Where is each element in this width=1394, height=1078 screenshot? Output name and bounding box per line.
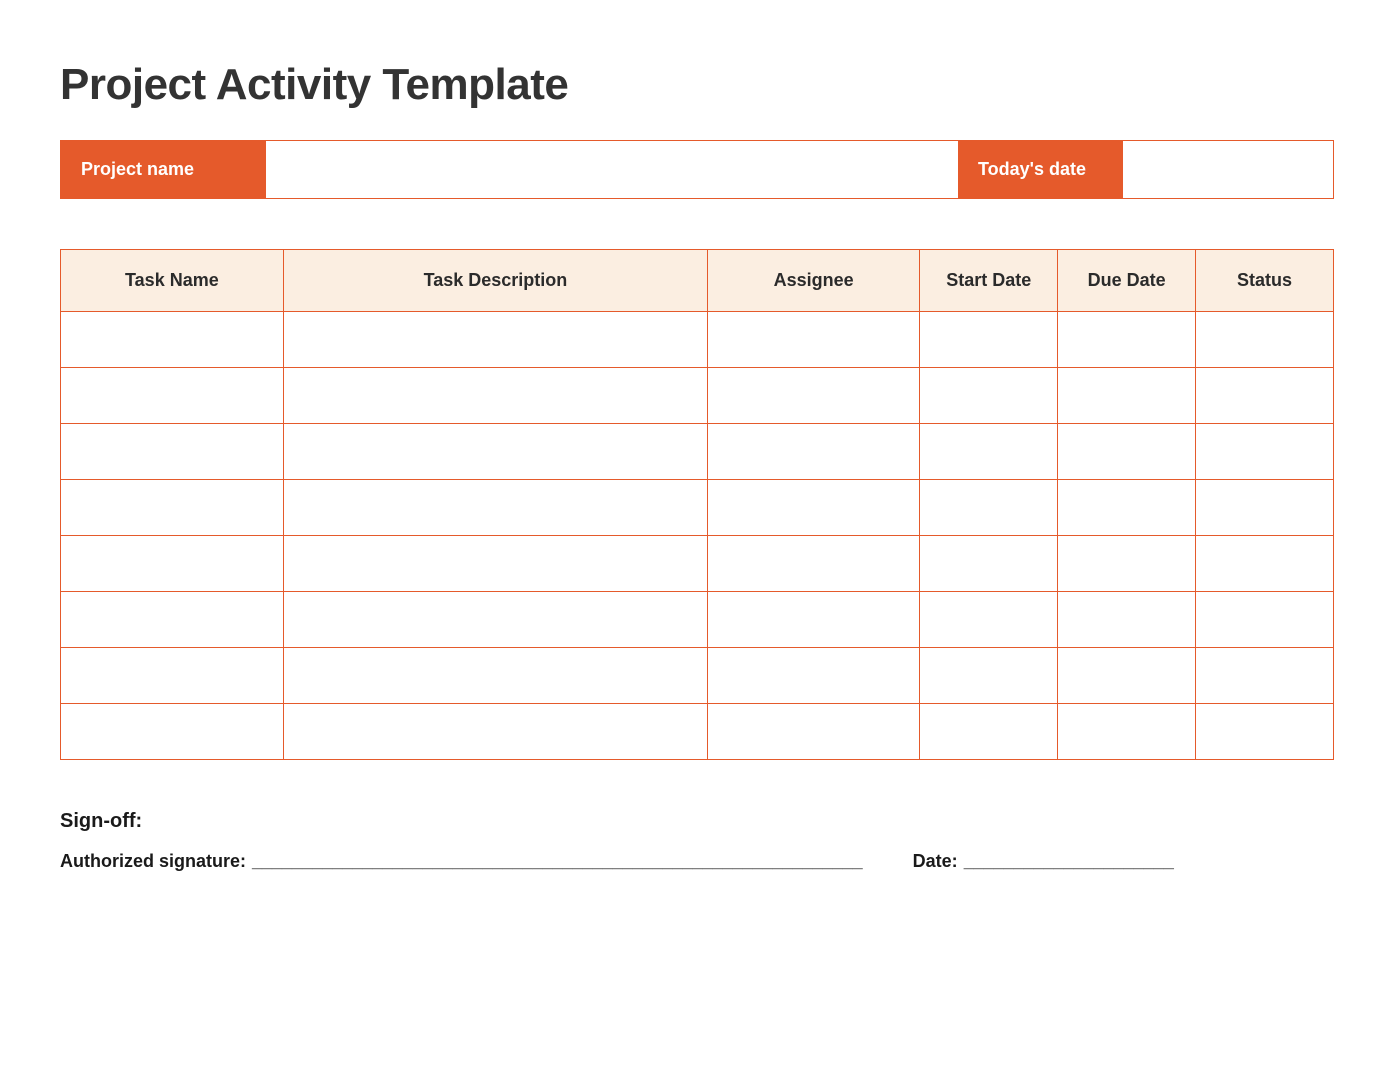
cell-task_description[interactable] bbox=[283, 592, 707, 648]
cell-due_date[interactable] bbox=[1058, 312, 1196, 368]
signoff-header: Sign-off: bbox=[60, 810, 1334, 833]
cell-task_description[interactable] bbox=[283, 704, 707, 760]
tasks-table: Task Name Task Description Assignee Star… bbox=[60, 249, 1334, 760]
cell-task_name[interactable] bbox=[61, 648, 284, 704]
cell-start_date[interactable] bbox=[920, 368, 1058, 424]
cell-task_name[interactable] bbox=[61, 480, 284, 536]
cell-status[interactable] bbox=[1196, 312, 1334, 368]
todays-date-value[interactable] bbox=[1123, 141, 1333, 198]
cell-due_date[interactable] bbox=[1058, 704, 1196, 760]
cell-task_name[interactable] bbox=[61, 312, 284, 368]
project-name-label: Project name bbox=[61, 141, 266, 198]
cell-assignee[interactable] bbox=[708, 648, 920, 704]
signoff-section: Sign-off: Authorized signature: ________… bbox=[60, 810, 1334, 872]
cell-task_name[interactable] bbox=[61, 704, 284, 760]
col-header-task-description: Task Description bbox=[283, 250, 707, 312]
cell-start_date[interactable] bbox=[920, 592, 1058, 648]
cell-task_description[interactable] bbox=[283, 312, 707, 368]
col-header-start-date: Start Date bbox=[920, 250, 1058, 312]
page-title: Project Activity Template bbox=[60, 60, 1334, 110]
col-header-assignee: Assignee bbox=[708, 250, 920, 312]
cell-due_date[interactable] bbox=[1058, 368, 1196, 424]
col-header-due-date: Due Date bbox=[1058, 250, 1196, 312]
cell-assignee[interactable] bbox=[708, 424, 920, 480]
cell-task_name[interactable] bbox=[61, 536, 284, 592]
project-name-value[interactable] bbox=[266, 141, 958, 198]
signoff-date-label: Date: bbox=[913, 851, 958, 872]
cell-status[interactable] bbox=[1196, 368, 1334, 424]
table-row bbox=[61, 480, 1334, 536]
cell-task_description[interactable] bbox=[283, 648, 707, 704]
cell-due_date[interactable] bbox=[1058, 592, 1196, 648]
cell-assignee[interactable] bbox=[708, 312, 920, 368]
cell-due_date[interactable] bbox=[1058, 424, 1196, 480]
cell-task_description[interactable] bbox=[283, 480, 707, 536]
cell-start_date[interactable] bbox=[920, 704, 1058, 760]
cell-assignee[interactable] bbox=[708, 704, 920, 760]
cell-task_description[interactable] bbox=[283, 368, 707, 424]
date-field: Date: _____________________ bbox=[913, 851, 1174, 872]
cell-start_date[interactable] bbox=[920, 648, 1058, 704]
col-header-status: Status bbox=[1196, 250, 1334, 312]
table-row bbox=[61, 592, 1334, 648]
table-row bbox=[61, 312, 1334, 368]
cell-task_name[interactable] bbox=[61, 424, 284, 480]
cell-task_description[interactable] bbox=[283, 424, 707, 480]
cell-assignee[interactable] bbox=[708, 536, 920, 592]
cell-start_date[interactable] bbox=[920, 536, 1058, 592]
cell-task_name[interactable] bbox=[61, 368, 284, 424]
project-info-bar: Project name Today's date bbox=[60, 140, 1334, 199]
signature-label: Authorized signature: bbox=[60, 851, 246, 872]
cell-status[interactable] bbox=[1196, 648, 1334, 704]
table-row bbox=[61, 368, 1334, 424]
signature-blank[interactable]: ________________________________________… bbox=[252, 851, 863, 872]
table-header-row: Task Name Task Description Assignee Star… bbox=[61, 250, 1334, 312]
table-row bbox=[61, 704, 1334, 760]
cell-status[interactable] bbox=[1196, 704, 1334, 760]
cell-status[interactable] bbox=[1196, 480, 1334, 536]
cell-due_date[interactable] bbox=[1058, 480, 1196, 536]
cell-start_date[interactable] bbox=[920, 424, 1058, 480]
cell-start_date[interactable] bbox=[920, 312, 1058, 368]
cell-status[interactable] bbox=[1196, 536, 1334, 592]
cell-start_date[interactable] bbox=[920, 480, 1058, 536]
table-row bbox=[61, 536, 1334, 592]
todays-date-label: Today's date bbox=[958, 141, 1123, 198]
cell-task_description[interactable] bbox=[283, 536, 707, 592]
cell-assignee[interactable] bbox=[708, 368, 920, 424]
cell-assignee[interactable] bbox=[708, 592, 920, 648]
cell-status[interactable] bbox=[1196, 424, 1334, 480]
table-row bbox=[61, 424, 1334, 480]
cell-status[interactable] bbox=[1196, 592, 1334, 648]
cell-task_name[interactable] bbox=[61, 592, 284, 648]
signoff-line: Authorized signature: __________________… bbox=[60, 851, 1334, 872]
cell-due_date[interactable] bbox=[1058, 536, 1196, 592]
col-header-task-name: Task Name bbox=[61, 250, 284, 312]
signoff-date-blank[interactable]: _____________________ bbox=[964, 851, 1174, 872]
cell-assignee[interactable] bbox=[708, 480, 920, 536]
signature-field: Authorized signature: __________________… bbox=[60, 851, 863, 872]
table-row bbox=[61, 648, 1334, 704]
cell-due_date[interactable] bbox=[1058, 648, 1196, 704]
